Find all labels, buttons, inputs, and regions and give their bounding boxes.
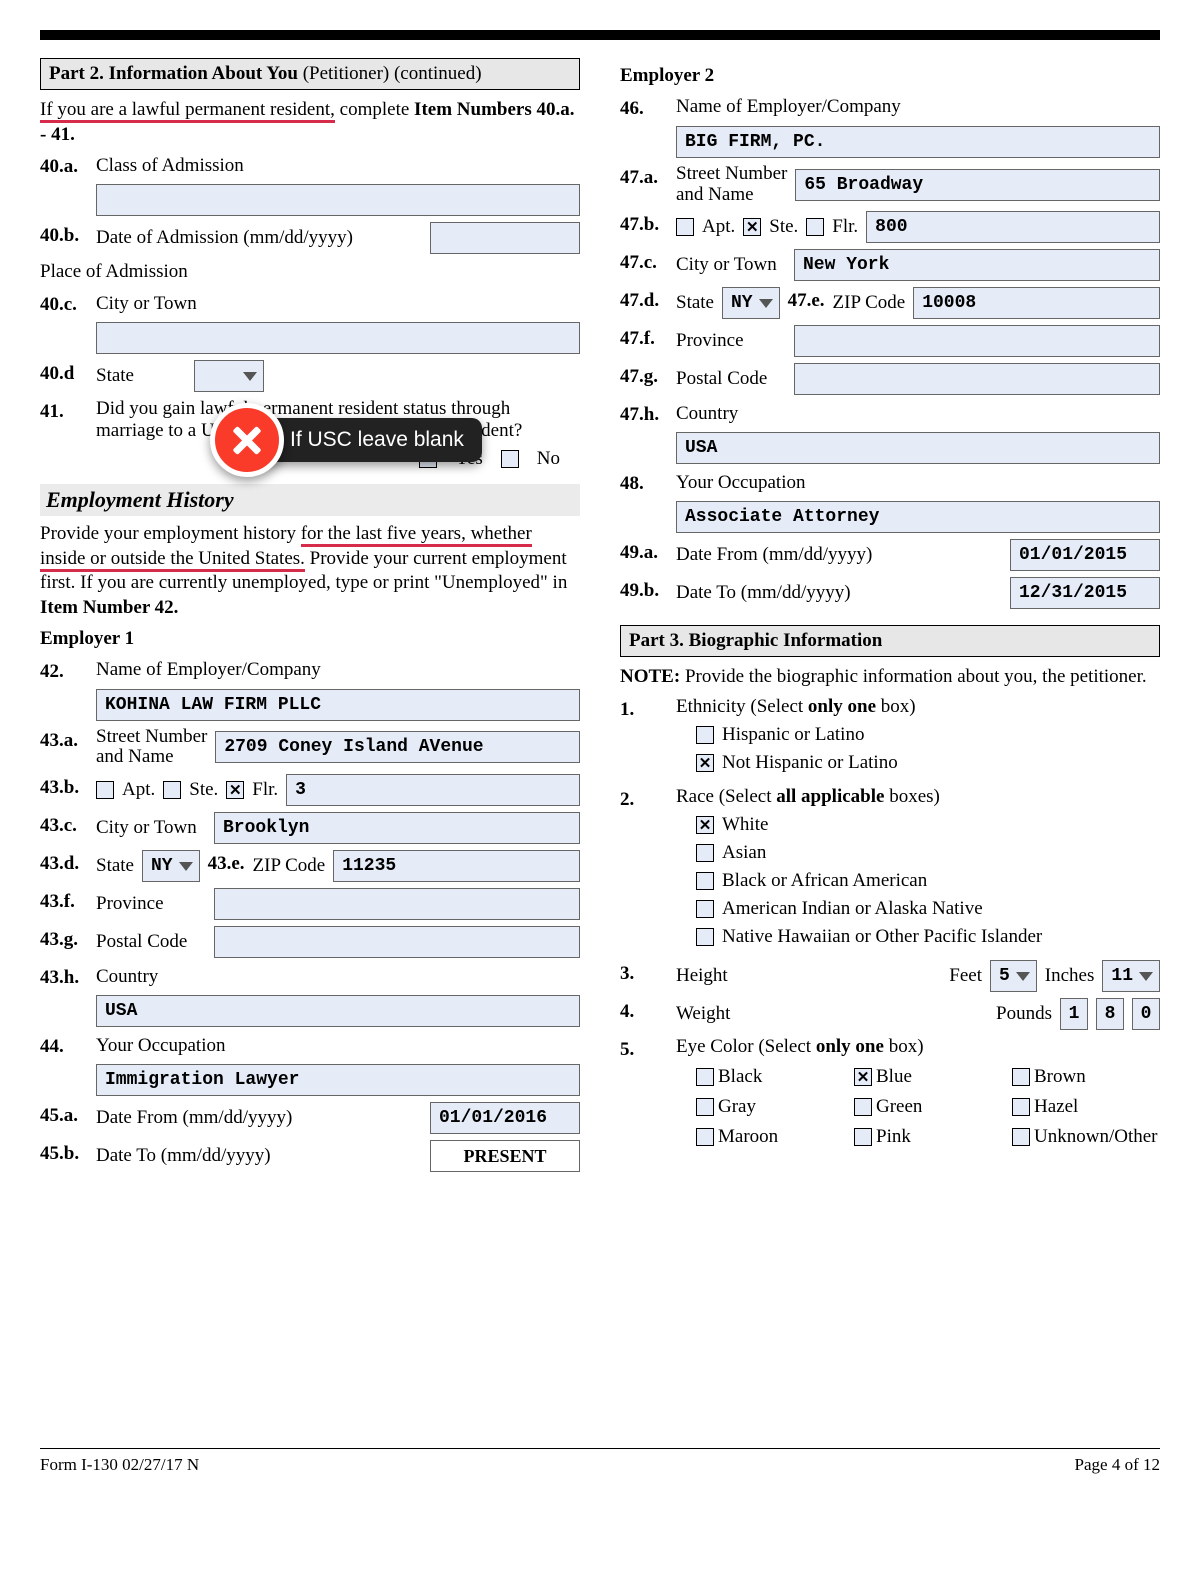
q40c-input[interactable] [96, 322, 580, 354]
employer2-title: Employer 2 [620, 65, 714, 86]
employer1-title: Employer 1 [40, 628, 134, 649]
q2-pi-checkbox[interactable] [696, 928, 714, 946]
eye-hazel-checkbox[interactable] [1012, 1098, 1030, 1116]
q45a-input[interactable]: 01/01/2016 [430, 1102, 580, 1134]
columns: Part 2. Information About You (Petitione… [40, 58, 1160, 1178]
q40a-input[interactable] [96, 184, 580, 216]
q2-black-checkbox[interactable] [696, 872, 714, 890]
q4-digit1[interactable]: 1 [1060, 998, 1088, 1030]
q4-digit3[interactable]: 0 [1132, 998, 1160, 1030]
eye-brown-checkbox[interactable] [1012, 1068, 1030, 1086]
dropdown-icon [1139, 972, 1153, 981]
q40a-number: 40.a. [40, 153, 88, 178]
q40b-label: Date of Admission (mm/dd/yyyy) [96, 227, 422, 249]
usc-annotation: If USC leave blank [210, 403, 482, 477]
q40a-label: Class of Admission [96, 155, 244, 177]
lpr-intro-prefix: If you are a lawful permanent resident, [40, 99, 335, 123]
q41-no-checkbox[interactable] [501, 450, 519, 468]
q43h-input[interactable]: USA [96, 995, 580, 1027]
employment-intro: Provide your employment history for the … [40, 522, 580, 621]
left-column: Part 2. Information About You (Petitione… [40, 58, 580, 1178]
q43a-input[interactable]: 2709 Coney Island AVenue [215, 731, 580, 763]
dropdown-icon [1016, 972, 1030, 981]
q47a-input[interactable]: 65 Broadway [795, 169, 1160, 201]
q43f-input[interactable] [214, 888, 580, 920]
part2-title: Part 2. Information About You [49, 63, 303, 84]
q45b-input[interactable]: PRESENT [430, 1140, 580, 1172]
part3-title: Part 3. Biographic Information [629, 630, 882, 651]
q47h-input[interactable]: USA [676, 432, 1160, 464]
dropdown-icon [243, 372, 257, 381]
q42-input[interactable]: KOHINA LAW FIRM PLLC [96, 689, 580, 721]
q40d-label: State [96, 365, 186, 387]
q47b-flr-checkbox[interactable] [806, 218, 824, 236]
q43b-ste-checkbox[interactable] [163, 781, 181, 799]
q47e-input[interactable]: 10008 [913, 287, 1160, 319]
dropdown-icon [759, 299, 773, 308]
eye-green-checkbox[interactable] [854, 1098, 872, 1116]
q40b-input[interactable] [430, 222, 580, 254]
eye-blue-checkbox[interactable] [854, 1068, 872, 1086]
q46-input[interactable]: BIG FIRM, PC. [676, 126, 1160, 158]
q43d-select[interactable]: NY [142, 850, 200, 882]
annotation-label: If USC leave blank [260, 418, 482, 462]
q3-inches-select[interactable]: 11 [1102, 960, 1160, 992]
eye-black-checkbox[interactable] [696, 1068, 714, 1086]
q40d-number: 40.d [40, 360, 88, 385]
q47c-input[interactable]: New York [794, 249, 1160, 281]
footer-right: Page 4 of 12 [1075, 1455, 1160, 1475]
part3-header: Part 3. Biographic Information [620, 625, 1160, 657]
q43e-input[interactable]: 11235 [333, 850, 580, 882]
part2-subtitle: (Petitioner) (continued) [303, 63, 482, 84]
q40a-row: 40.a. Class of Admission [40, 153, 580, 178]
q47b-ste-checkbox[interactable] [743, 218, 761, 236]
place-of-admission-label: Place of Admission [40, 260, 580, 285]
dropdown-icon [179, 862, 193, 871]
q47f-input[interactable] [794, 325, 1160, 357]
q43b-flr-checkbox[interactable] [226, 781, 244, 799]
q49a-input[interactable]: 01/01/2015 [1010, 539, 1160, 571]
q40b-row: 40.b. Date of Admission (mm/dd/yyyy) [40, 222, 580, 254]
page: Part 2. Information About You (Petitione… [40, 30, 1160, 1475]
q40b-number: 40.b. [40, 222, 88, 247]
q47g-input[interactable] [794, 363, 1160, 395]
q43g-input[interactable] [214, 926, 580, 958]
q2-ai-checkbox[interactable] [696, 900, 714, 918]
q1-not-hispanic-checkbox[interactable] [696, 754, 714, 772]
employment-history-heading: Employment History [40, 484, 580, 516]
q43b-apt-checkbox[interactable] [96, 781, 114, 799]
eye-pink-checkbox[interactable] [854, 1128, 872, 1146]
eye-unknown-checkbox[interactable] [1012, 1128, 1030, 1146]
q44-input[interactable]: Immigration Lawyer [96, 1064, 580, 1096]
close-icon [210, 403, 284, 477]
q40d-select[interactable] [194, 360, 264, 392]
top-black-bar [40, 30, 1160, 40]
eye-maroon-checkbox[interactable] [696, 1128, 714, 1146]
footer-left: Form I-130 02/27/17 N [40, 1455, 199, 1475]
eye-gray-checkbox[interactable] [696, 1098, 714, 1116]
q47b-input[interactable]: 800 [866, 211, 1160, 243]
q47b-apt-checkbox[interactable] [676, 218, 694, 236]
q43c-input[interactable]: Brooklyn [214, 812, 580, 844]
q47d-select[interactable]: NY [722, 287, 780, 319]
q40c-row: 40.c. City or Town [40, 291, 580, 316]
q49b-input[interactable]: 12/31/2015 [1010, 577, 1160, 609]
q43b-input[interactable]: 3 [286, 774, 580, 806]
q40d-row: 40.d State [40, 360, 580, 392]
q1-hispanic-checkbox[interactable] [696, 726, 714, 744]
part3-note: NOTE: Provide the biographic information… [620, 665, 1160, 690]
q4-digit2[interactable]: 8 [1096, 998, 1124, 1030]
right-column: Employer 2 46.Name of Employer/Company B… [620, 58, 1160, 1178]
lpr-intro: If you are a lawful permanent resident, … [40, 98, 580, 147]
footer: Form I-130 02/27/17 N Page 4 of 12 [40, 1448, 1160, 1475]
q3-feet-select[interactable]: 5 [990, 960, 1037, 992]
q41-number: 41. [40, 398, 88, 423]
q48-input[interactable]: Associate Attorney [676, 501, 1160, 533]
q40c-label: City or Town [96, 293, 197, 315]
q40c-number: 40.c. [40, 291, 88, 316]
part2-header: Part 2. Information About You (Petitione… [40, 58, 580, 90]
q2-white-checkbox[interactable] [696, 816, 714, 834]
q2-asian-checkbox[interactable] [696, 844, 714, 862]
